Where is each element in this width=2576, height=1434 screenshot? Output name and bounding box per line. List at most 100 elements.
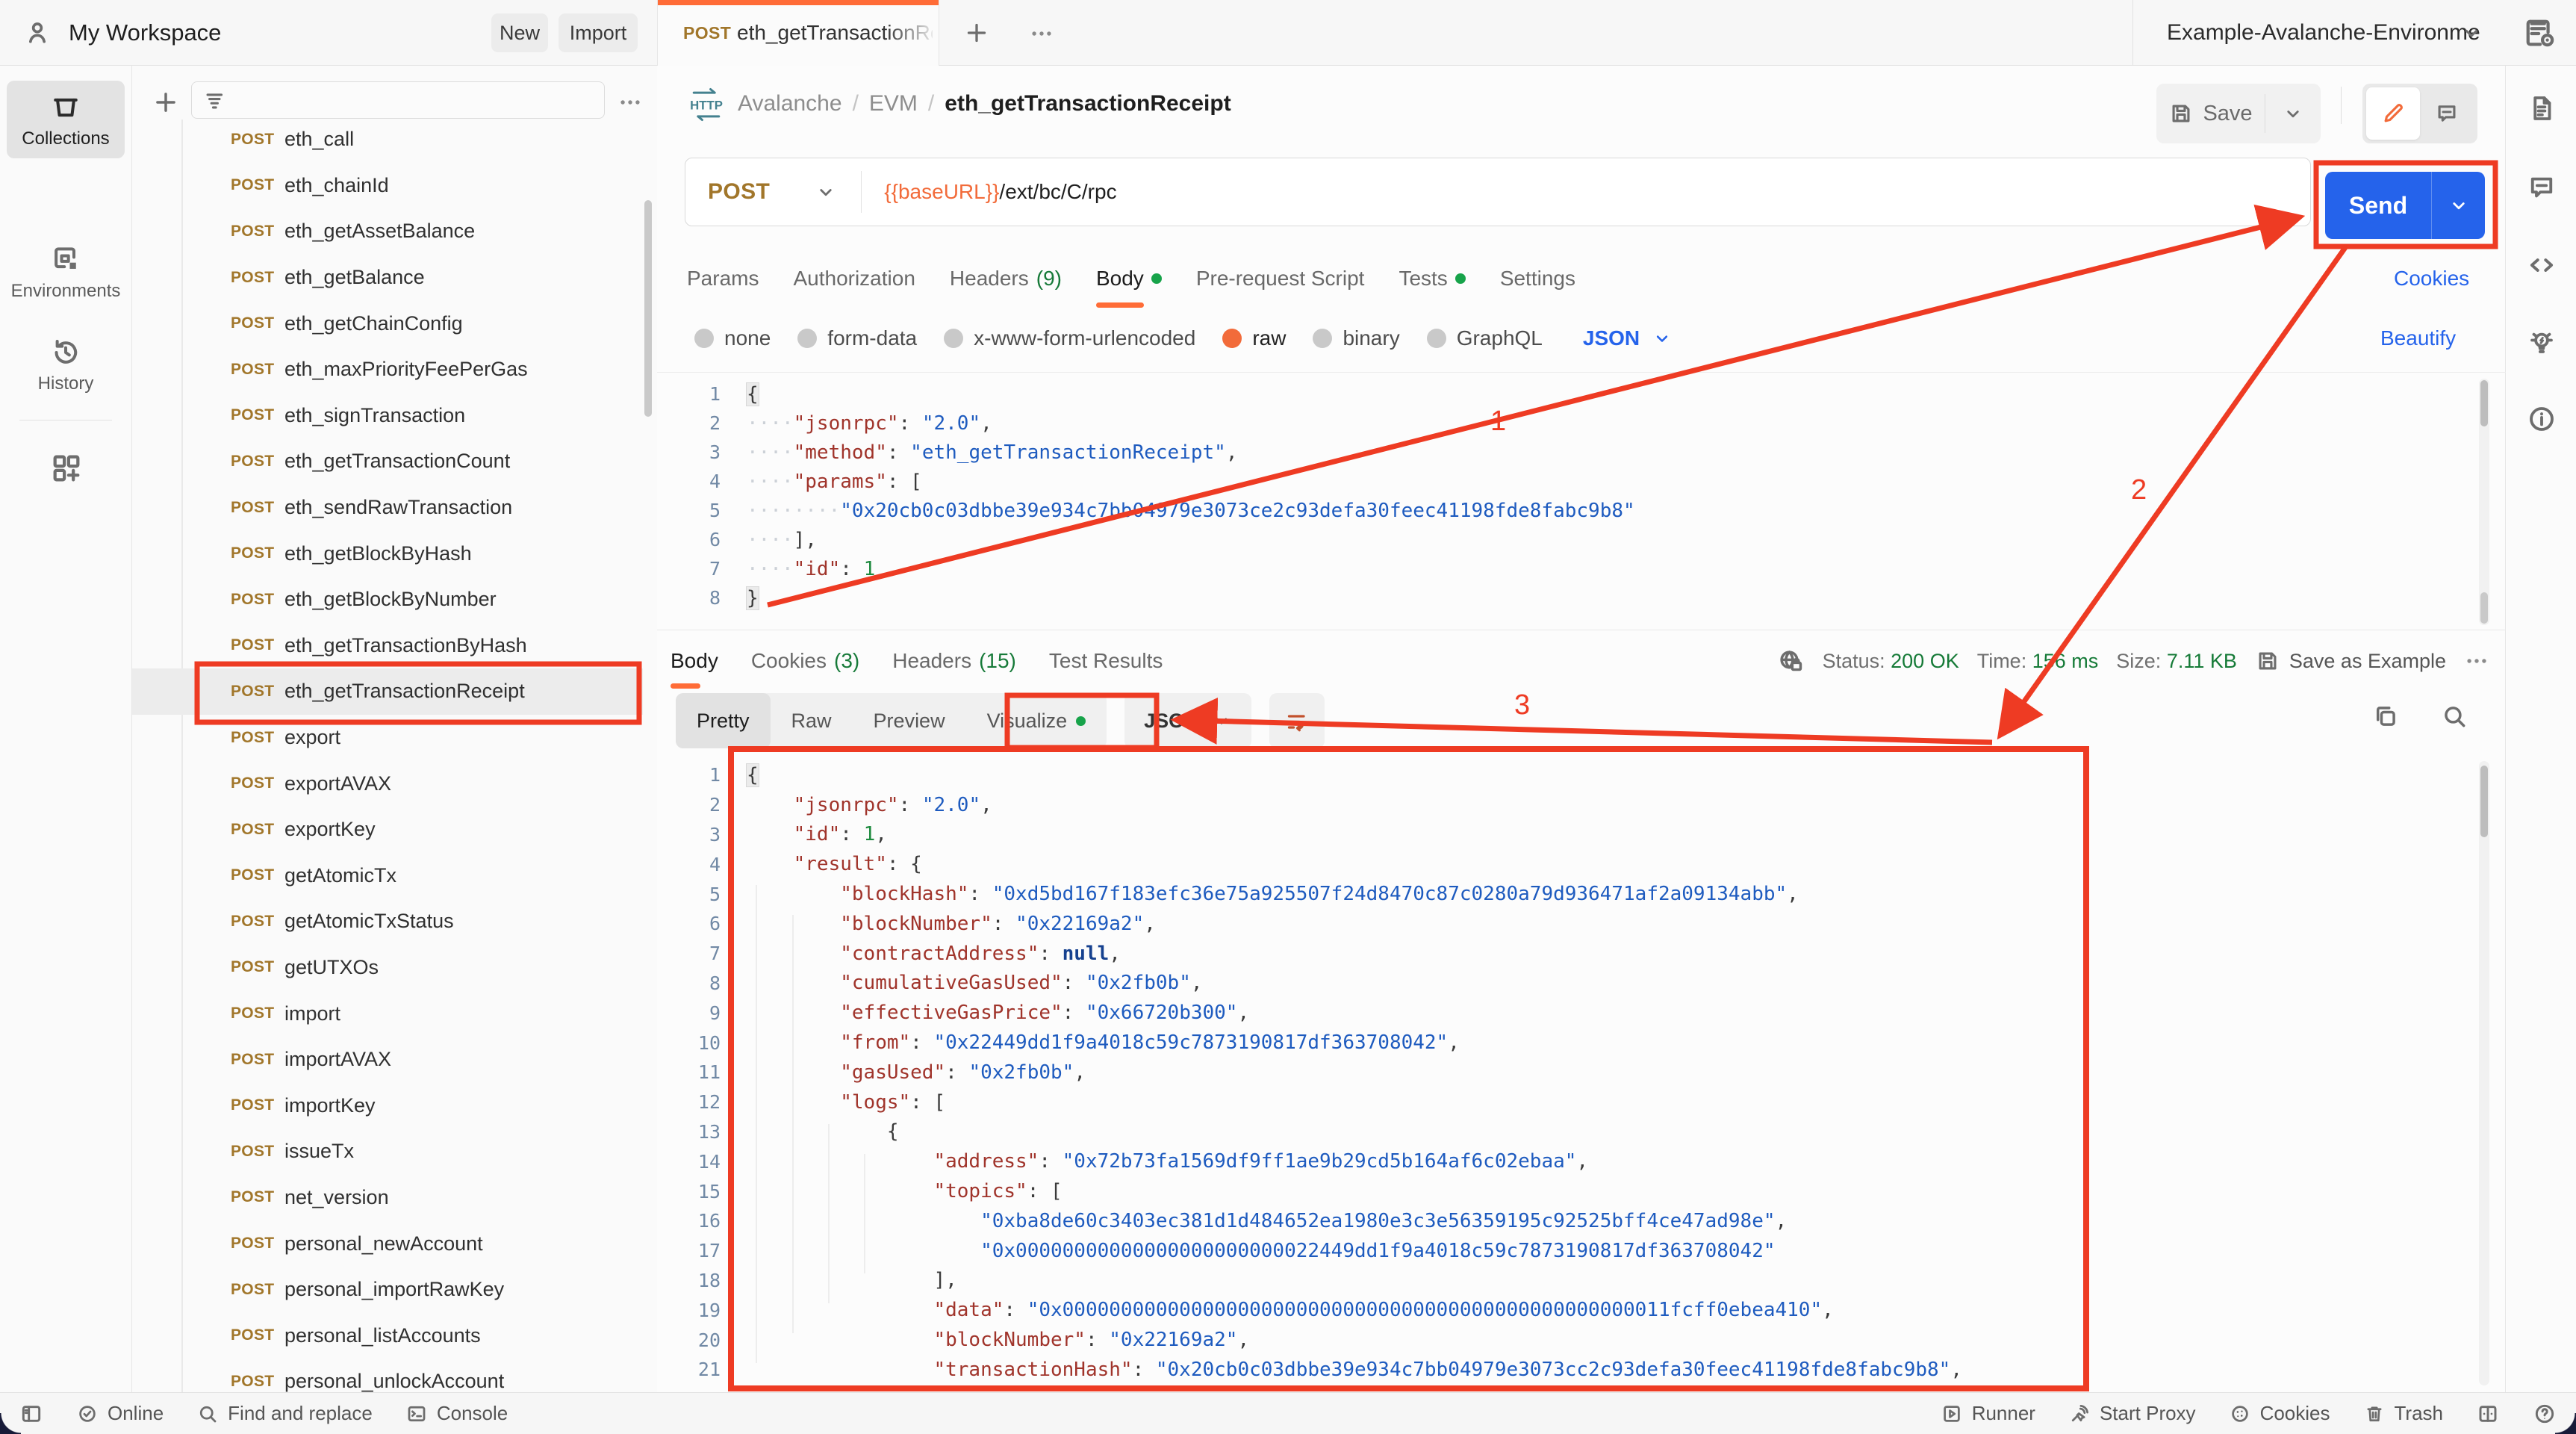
response-options-icon[interactable]	[2464, 648, 2489, 674]
sidebar-filter-input[interactable]	[191, 81, 605, 119]
status-badge[interactable]: 200 OK	[1891, 650, 1959, 672]
response-tab-body[interactable]: Body	[671, 630, 718, 692]
breadcrumb-folder[interactable]: EVM	[869, 91, 918, 117]
network-globe-icon[interactable]	[1776, 647, 1805, 675]
environment-selector[interactable]: Example-Avalanche-Environme	[2167, 0, 2480, 66]
sidebar-request-getAtomicTxStatus[interactable]: POST getAtomicTxStatus	[132, 898, 643, 945]
view-preview[interactable]: Preview	[853, 693, 966, 748]
sidebar-request-eth_getTransactionCount[interactable]: POST eth_getTransactionCount	[132, 438, 643, 485]
size-value[interactable]: 7.11 KB	[2167, 650, 2237, 672]
response-editor-scrollbar[interactable]	[2479, 761, 2489, 1385]
sidebar-request-importKey[interactable]: POST importKey	[132, 1082, 643, 1129]
new-button[interactable]: New	[491, 13, 548, 52]
sidebar-request-issueTx[interactable]: POST issueTx	[132, 1129, 643, 1175]
tab-options-icon[interactable]	[1029, 21, 1054, 46]
sidebar-scrollbar[interactable]	[644, 200, 652, 417]
sidebar-request-eth_call[interactable]: POST eth_call	[132, 117, 643, 163]
tab-settings[interactable]: Settings	[1500, 246, 1575, 311]
copy-response-icon[interactable]	[2371, 702, 2400, 730]
body-language-select[interactable]: JSON	[1583, 326, 1673, 350]
workspace-title[interactable]: My Workspace	[69, 0, 221, 66]
start-proxy-button[interactable]: Start Proxy	[2068, 1402, 2196, 1425]
add-collection-icon[interactable]	[152, 88, 180, 117]
related-requests-icon[interactable]	[2526, 327, 2557, 358]
tab-tests[interactable]: Tests	[1399, 246, 1466, 311]
sidebar-request-export[interactable]: POST export	[132, 715, 643, 761]
wrap-lines-button[interactable]	[1269, 693, 1325, 748]
method-selector[interactable]: POST	[708, 179, 770, 205]
sidebar-request-personal_unlockAccount[interactable]: POST personal_unlockAccount	[132, 1359, 643, 1392]
cookies-link[interactable]: Cookies	[2394, 246, 2469, 311]
breadcrumb-collection[interactable]: Avalanche	[738, 91, 842, 117]
search-response-icon[interactable]	[2440, 702, 2468, 730]
find-and-replace-button[interactable]: Find and replace	[196, 1402, 373, 1425]
help-icon[interactable]	[2533, 1402, 2557, 1426]
comments-button[interactable]	[2420, 87, 2474, 140]
sidebar-request-getUTXOs[interactable]: POST getUTXOs	[132, 945, 643, 991]
sidebar-request-eth_getBlockByHash[interactable]: POST eth_getBlockByHash	[132, 530, 643, 577]
runner-button[interactable]: Runner	[1941, 1402, 2035, 1425]
import-button[interactable]: Import	[559, 13, 638, 52]
sidebar-options-icon[interactable]	[617, 90, 643, 115]
sidebar-request-importAVAX[interactable]: POST importAVAX	[132, 1037, 643, 1083]
add-tab-icon[interactable]	[963, 19, 990, 46]
two-pane-icon[interactable]	[2476, 1402, 2500, 1426]
sidebar-request-eth_maxPriorityFeePerGas[interactable]: POST eth_maxPriorityFeePerGas	[132, 347, 643, 393]
sidebar-request-eth_getChainConfig[interactable]: POST eth_getChainConfig	[132, 300, 643, 347]
response-body-editor[interactable]: 1{2 "jsonrpc": "2.0", 3 "id": 1, 4 "result…	[657, 751, 2506, 1392]
sidebar-request-getAtomicTx[interactable]: POST getAtomicTx	[132, 853, 643, 899]
add-module-icon[interactable]	[49, 451, 84, 485]
nav-collections[interactable]: Collections	[7, 81, 125, 158]
view-pretty[interactable]: Pretty	[676, 693, 771, 748]
request-tab[interactable]: POST eth_getTransactionRece	[657, 0, 939, 66]
tab-pre-request-script[interactable]: Pre-request Script	[1196, 246, 1365, 311]
body-type-none[interactable]: none	[694, 326, 771, 350]
nav-environments[interactable]: Environments	[7, 243, 125, 302]
code-snippet-icon[interactable]	[2526, 249, 2557, 281]
sidebar-request-import[interactable]: POST import	[132, 990, 643, 1037]
response-tab-cookies[interactable]: Cookies (3)	[751, 630, 859, 692]
comments-icon[interactable]	[2526, 172, 2557, 203]
sidebar-request-exportKey[interactable]: POST exportKey	[132, 807, 643, 853]
sidebar-request-eth_getTransactionByHash[interactable]: POST eth_getTransactionByHash	[132, 623, 643, 669]
environment-quick-look-icon[interactable]	[2524, 16, 2558, 51]
request-editor-scrollbar[interactable]	[2479, 379, 2489, 625]
sidebar-request-eth_chainId[interactable]: POST eth_chainId	[132, 163, 643, 209]
sidebar-request-eth_getAssetBalance[interactable]: POST eth_getAssetBalance	[132, 208, 643, 255]
body-type-binary[interactable]: binary	[1313, 326, 1400, 350]
sidebar-request-eth_sendRawTransaction[interactable]: POST eth_sendRawTransaction	[132, 485, 643, 531]
view-raw[interactable]: Raw	[771, 693, 853, 748]
request-body-editor[interactable]: 1{2 ····"jsonrpc": "2.0", 3 ····"method": "…	[657, 372, 2506, 630]
sidebar-request-exportAVAX[interactable]: POST exportAVAX	[132, 760, 643, 807]
url-input[interactable]: {{baseURL}}/ext/bc/C/rpc	[884, 180, 1116, 204]
save-as-example-button[interactable]: Save as Example	[2255, 648, 2446, 674]
send-options-button[interactable]	[2432, 194, 2485, 217]
cookies-button[interactable]: Cookies	[2229, 1402, 2330, 1425]
chevron-down-icon[interactable]	[815, 181, 837, 203]
tab-body[interactable]: Body	[1095, 246, 1162, 311]
body-type-urlencoded[interactable]: x-www-form-urlencoded	[944, 326, 1195, 350]
sidebar-request-eth_getBalance[interactable]: POST eth_getBalance	[132, 255, 643, 301]
sidebar-request-eth_getTransactionReceipt[interactable]: POST eth_getTransactionReceipt	[132, 668, 643, 715]
nav-history[interactable]: History	[7, 336, 125, 394]
save-button[interactable]: Save	[2156, 84, 2321, 143]
info-icon[interactable]	[2526, 403, 2557, 435]
sidebar-request-personal_newAccount[interactable]: POST personal_newAccount	[132, 1220, 643, 1267]
sidebar-request-eth_getBlockByNumber[interactable]: POST eth_getBlockByNumber	[132, 577, 643, 623]
online-status[interactable]: Online	[76, 1402, 164, 1425]
sidebar-request-eth_signTransaction[interactable]: POST eth_signTransaction	[132, 393, 643, 439]
body-type-graphql[interactable]: GraphQL	[1426, 326, 1543, 350]
sidebar-request-net_version[interactable]: POST net_version	[132, 1175, 643, 1221]
documentation-icon[interactable]	[2526, 93, 2557, 124]
url-bar[interactable]: POST {{baseURL}}/ext/bc/C/rpc	[685, 158, 2311, 226]
time-value[interactable]: 156 ms	[2032, 650, 2099, 672]
sidebar-request-personal_listAccounts[interactable]: POST personal_listAccounts	[132, 1312, 643, 1359]
sidebar-request-personal_importRawKey[interactable]: POST personal_importRawKey	[132, 1267, 643, 1313]
response-tab-test-results[interactable]: Test Results	[1049, 630, 1163, 692]
view-visualize[interactable]: Visualize	[966, 693, 1107, 748]
send-button[interactable]: Send	[2325, 172, 2485, 239]
tab-params[interactable]: Params	[687, 246, 759, 311]
save-options-button[interactable]	[2265, 102, 2321, 125]
edit-mode-button[interactable]	[2366, 87, 2420, 140]
breadcrumb-request-name[interactable]: eth_getTransactionReceipt	[945, 91, 1231, 117]
